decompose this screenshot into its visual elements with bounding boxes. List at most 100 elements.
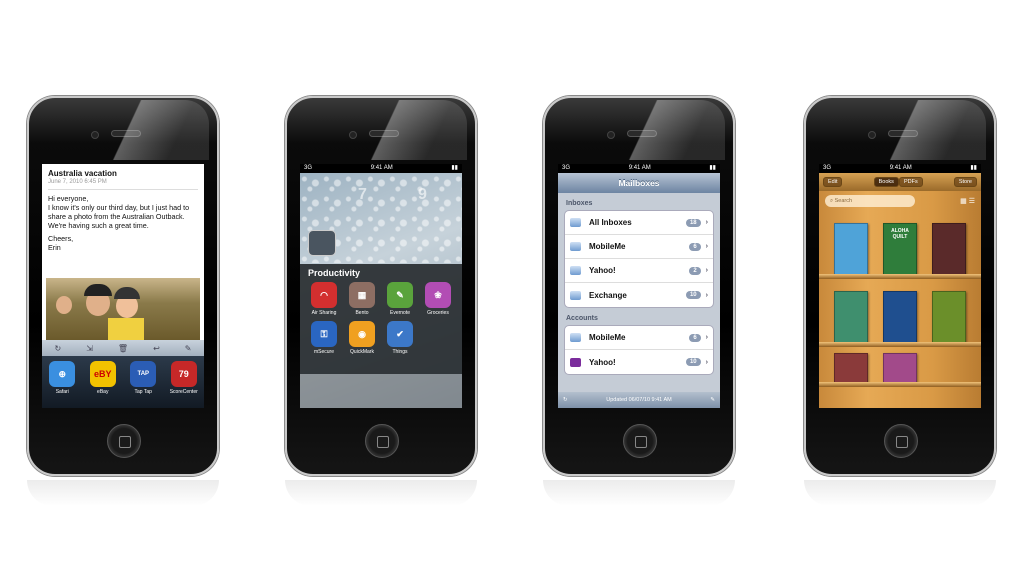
speaker [627,130,657,137]
inboxes-list: All Inboxes 18 › MobileMe 6 › Yahoo! 2 › Excha… [564,210,714,308]
attached-photo[interactable] [46,278,200,340]
tab-pdfs[interactable]: PDFs [898,177,923,187]
view-toggle[interactable]: ▦ ☰ [960,197,975,205]
status-bar: 3G 9:41 AM ▮▮ [558,164,720,173]
app-label: Air Sharing [311,310,337,316]
camera [349,131,357,139]
screen: 3G 9:41 AM ▮▮ Mailboxes Inboxes All Inboxe… [558,164,720,408]
chevron-right-icon: › [705,291,708,299]
home-button[interactable] [623,424,657,458]
home-button[interactable] [107,424,141,458]
phone-mail-message: Australia vacation June 7, 2010 6:45 PM … [27,96,219,476]
unread-badge: 10 [685,358,701,366]
inbox-icon [570,218,581,227]
unread-badge: 18 [685,218,701,227]
evernote-icon: ✎ [387,282,413,308]
app-ebay[interactable]: eBY eBay [86,361,120,408]
compose-icon[interactable]: ✎ [185,344,192,353]
bento-icon: ▦ [349,282,375,308]
reply-icon[interactable]: ↩ [153,344,160,353]
home-button[interactable] [884,424,918,458]
checkbox-icon: ✔ [387,321,413,347]
mailbox-row[interactable]: MobileMe 6 › [565,235,713,259]
trash-icon[interactable]: 🗑 [118,344,128,353]
folder-panel: Productivity ◠ Air Sharing ▦ Bento ✎ Everno… [300,264,462,374]
app-taptap[interactable]: TAP Tap Tap [126,361,160,408]
chevron-right-icon: › [705,219,708,226]
unread-badge: 2 [689,266,701,275]
app-label: Safari [55,389,69,395]
app-air-sharing[interactable]: ◠ Air Sharing [306,282,342,316]
app-things[interactable]: ✔ Things [382,321,418,355]
groceries-icon: ❀ [425,282,451,308]
camera [91,131,99,139]
book-cover[interactable] [931,223,966,275]
taptap-icon: TAP [130,361,157,387]
chevron-right-icon: › [705,334,708,341]
mailbox-row[interactable]: Exchange 10 › [565,283,713,307]
mail-toolbar: ↻ ⇲ 🗑 ↩ ✎ [42,340,204,356]
mailbox-row[interactable]: All Inboxes 18 › [565,211,713,235]
mail-body: Hi everyone, I know it's only our third … [48,194,190,230]
book-cover[interactable] [834,223,869,275]
app-scorecenter[interactable]: 79 ScoreCenter [167,361,201,408]
app-evernote[interactable]: ✎ Evernote [382,282,418,316]
refresh-icon[interactable]: ↻ [55,344,62,353]
app-safari[interactable]: ⊕ Safari [45,361,79,408]
bookshelf-toolbar: Edit Books PDFs Store [819,173,981,191]
folder-icon[interactable] [308,230,336,256]
search-row: ⌕ Search ▦ ☰ [819,191,981,211]
mail-date: June 7, 2010 6:45 PM [48,178,198,190]
nav-title: Mailboxes [558,173,720,193]
book-cover[interactable] [882,291,917,343]
status-bar: 3G 9:41 AM ▮▮ [819,164,981,173]
app-label: eBay [97,389,109,395]
section-header-accounts: Accounts [566,315,598,322]
bottom-toolbar: ↻ Updated 06/07/10 9:41 AM ✎ [558,392,720,408]
tab-books[interactable]: Books [873,177,899,187]
book-cover[interactable] [834,353,869,383]
wallpaper-number: 7 [358,186,367,203]
inbox-icon [570,266,581,275]
compose-icon[interactable]: ✎ [710,397,715,403]
app-groceries[interactable]: ❀ Groceries [420,282,456,316]
phone-ibooks: 3G 9:41 AM ▮▮ Edit Books PDFs Store ⌕ Searc… [804,96,996,476]
airsharing-icon: ◠ [311,282,337,308]
shelf [819,279,981,347]
app-msecure[interactable]: ⚿ mSecure [306,321,342,355]
library-segmented-control: Books PDFs [873,177,923,187]
unread-badge: 6 [689,333,701,342]
app-label: Things [392,349,408,355]
folder-title[interactable]: Productivity [300,264,462,282]
yahoo-icon [570,357,581,367]
chevron-right-icon: › [705,358,708,366]
book-cover[interactable]: ALOHA QUILT [882,223,917,275]
updated-status: Updated 06/07/10 9:41 AM [606,397,672,403]
account-row[interactable]: MobileMe 6 › [565,326,713,350]
account-row[interactable]: Yahoo! 10 › [565,350,713,374]
book-cover[interactable] [834,291,869,343]
store-button[interactable]: Store [953,177,977,187]
move-icon[interactable]: ⇲ [86,344,93,353]
app-label: QuickMark [350,349,374,355]
book-cover[interactable] [882,353,917,383]
app-label: Evernote [389,310,410,316]
shelf [819,347,981,387]
speaker [111,130,141,137]
app-bento[interactable]: ▦ Bento [344,282,380,316]
refresh-icon[interactable]: ↻ [563,397,568,403]
app-quickmark[interactable]: ◉ QuickMark [344,321,380,355]
wallpaper-number: 9 [418,186,427,203]
home-button[interactable] [365,424,399,458]
dock [300,374,462,408]
search-input[interactable]: ⌕ Search [825,195,915,207]
book-cover[interactable] [931,291,966,343]
app-label: mSecure [313,349,334,355]
app-label: ScoreCenter [169,389,198,395]
app-label: Tap Tap [134,389,152,395]
edit-button[interactable]: Edit [823,177,843,187]
mailbox-row[interactable]: Yahoo! 2 › [565,259,713,283]
screen: Australia vacation June 7, 2010 6:45 PM … [42,164,204,408]
unread-badge: 6 [689,242,701,251]
mail-subject: Australia vacation [48,169,117,178]
